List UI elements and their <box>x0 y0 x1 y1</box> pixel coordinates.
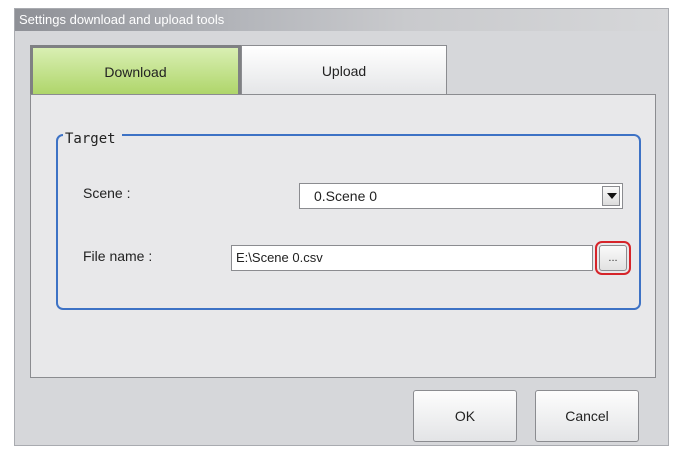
file-name-label: File name : <box>83 248 153 264</box>
tab-download[interactable]: Download <box>30 45 241 95</box>
tab-upload[interactable]: Upload <box>241 45 447 95</box>
browse-button[interactable]: ... <box>595 241 631 275</box>
file-name-field[interactable]: E:\Scene 0.csv <box>231 245 593 271</box>
scene-label: Scene : <box>83 185 131 201</box>
settings-dialog: Settings download and upload tools Downl… <box>14 8 669 446</box>
ok-button[interactable]: OK <box>413 390 517 442</box>
tab-upload-label: Upload <box>321 62 367 79</box>
target-group <box>56 134 641 310</box>
scene-select[interactable]: 0.Scene 0 <box>299 183 623 209</box>
target-legend: Target <box>63 131 122 147</box>
chevron-down-icon[interactable] <box>602 186 620 206</box>
tab-download-label: Download <box>104 63 167 80</box>
scene-select-value: 0.Scene 0 <box>314 188 378 204</box>
window-title: Settings download and upload tools <box>15 9 668 31</box>
cancel-button[interactable]: Cancel <box>535 390 639 442</box>
